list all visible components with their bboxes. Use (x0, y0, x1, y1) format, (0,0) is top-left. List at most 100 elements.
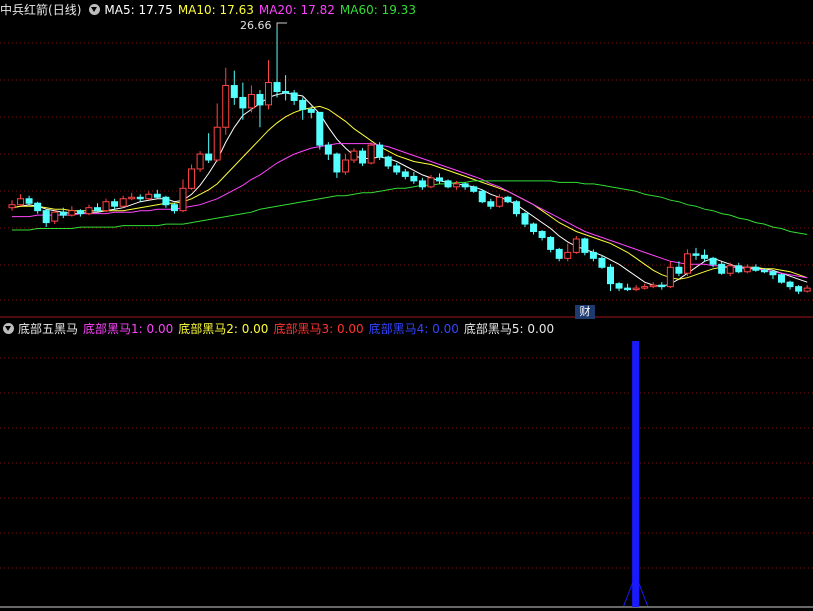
candle[interactable] (128, 192, 136, 201)
candle[interactable] (145, 191, 153, 201)
candle[interactable] (119, 195, 127, 208)
candle[interactable] (718, 261, 726, 275)
candle[interactable] (743, 264, 751, 274)
candle[interactable] (607, 264, 614, 292)
candle[interactable] (196, 151, 204, 172)
candle[interactable] (188, 164, 196, 190)
candle[interactable] (410, 171, 418, 184)
candle[interactable] (350, 148, 358, 163)
candle[interactable] (632, 285, 640, 292)
candle[interactable] (470, 185, 478, 193)
candle[interactable] (256, 90, 264, 128)
candle[interactable] (461, 182, 469, 190)
candle-body (350, 150, 358, 161)
candle[interactable] (94, 203, 101, 213)
candle[interactable] (179, 179, 187, 213)
candle[interactable] (153, 189, 161, 199)
stock-chart-window[interactable]: 中兵红箭(日线) MA5: 17.75 MA10: 17.63 MA20: 17.82… (0, 0, 813, 611)
candle[interactable] (205, 133, 213, 163)
candle[interactable] (341, 154, 349, 175)
candle[interactable] (8, 200, 16, 211)
candle[interactable] (487, 198, 495, 210)
candle[interactable] (778, 273, 785, 284)
candle[interactable] (230, 70, 238, 105)
candle[interactable] (401, 168, 409, 180)
candle[interactable] (581, 237, 589, 256)
candle-body (230, 85, 238, 98)
candle[interactable] (393, 163, 401, 175)
candle[interactable] (282, 75, 290, 101)
candle[interactable] (34, 201, 42, 214)
candle[interactable] (538, 230, 546, 241)
candle[interactable] (641, 283, 649, 290)
candle[interactable] (102, 198, 110, 213)
candle[interactable] (316, 111, 324, 150)
candle[interactable] (624, 283, 632, 292)
candle[interactable] (51, 210, 59, 225)
candle[interactable] (530, 222, 538, 235)
candle-body (615, 283, 623, 289)
candle[interactable] (68, 206, 76, 217)
candle[interactable] (247, 85, 255, 113)
dropdown-arrow-icon[interactable] (89, 4, 101, 15)
candle[interactable] (162, 195, 170, 208)
candle[interactable] (111, 198, 119, 210)
indicator-name[interactable]: 底部五黑马 (18, 322, 78, 336)
candle[interactable] (213, 103, 221, 162)
candle[interactable] (735, 262, 743, 274)
candle[interactable] (265, 60, 272, 110)
candle[interactable] (222, 67, 230, 135)
candle[interactable] (299, 97, 307, 120)
candle[interactable] (273, 28, 281, 98)
candle[interactable] (701, 249, 709, 262)
candle-body (282, 91, 290, 94)
candle[interactable] (752, 264, 760, 272)
candle[interactable] (572, 235, 580, 254)
candle[interactable] (547, 235, 555, 253)
candle[interactable] (136, 194, 144, 202)
candle[interactable] (384, 155, 392, 169)
candle[interactable] (658, 282, 666, 290)
candle-body (512, 201, 520, 215)
candle[interactable] (555, 247, 563, 262)
candle[interactable] (42, 209, 50, 228)
candle[interactable] (786, 280, 794, 290)
candle-body (333, 153, 341, 173)
candle[interactable] (359, 148, 367, 166)
candle[interactable] (333, 152, 341, 178)
candle[interactable] (683, 249, 691, 277)
candle[interactable] (17, 194, 25, 207)
candle[interactable] (376, 142, 384, 161)
candle-body (34, 202, 42, 212)
candle-body (367, 144, 375, 164)
candle[interactable] (85, 204, 93, 216)
candle[interactable] (769, 270, 777, 280)
candle[interactable] (521, 212, 529, 228)
candle[interactable] (692, 247, 700, 260)
chart-canvas[interactable] (0, 0, 813, 611)
candle[interactable] (478, 189, 486, 204)
candle[interactable] (504, 195, 512, 204)
candle[interactable] (649, 282, 657, 289)
candle[interactable] (25, 195, 33, 205)
candle-body (555, 248, 563, 259)
candle[interactable] (170, 203, 178, 214)
candle[interactable] (436, 173, 443, 184)
candle[interactable] (367, 142, 375, 165)
candle[interactable] (444, 179, 452, 189)
candle[interactable] (615, 282, 623, 292)
candle-body (461, 183, 469, 188)
candle[interactable] (803, 285, 811, 293)
candle-body (145, 193, 153, 200)
candle[interactable] (512, 200, 520, 217)
finance-event-marker[interactable]: 财 (575, 305, 595, 319)
candle[interactable] (598, 255, 606, 269)
candle[interactable] (324, 142, 332, 161)
candle[interactable] (290, 90, 298, 105)
dropdown-arrow-icon[interactable] (3, 323, 14, 334)
candle[interactable] (76, 209, 84, 217)
candle[interactable] (564, 243, 572, 262)
indicator-param-4: 底部黑马4: 0.00 (368, 322, 459, 336)
candle[interactable] (418, 177, 426, 190)
candle[interactable] (795, 285, 803, 295)
